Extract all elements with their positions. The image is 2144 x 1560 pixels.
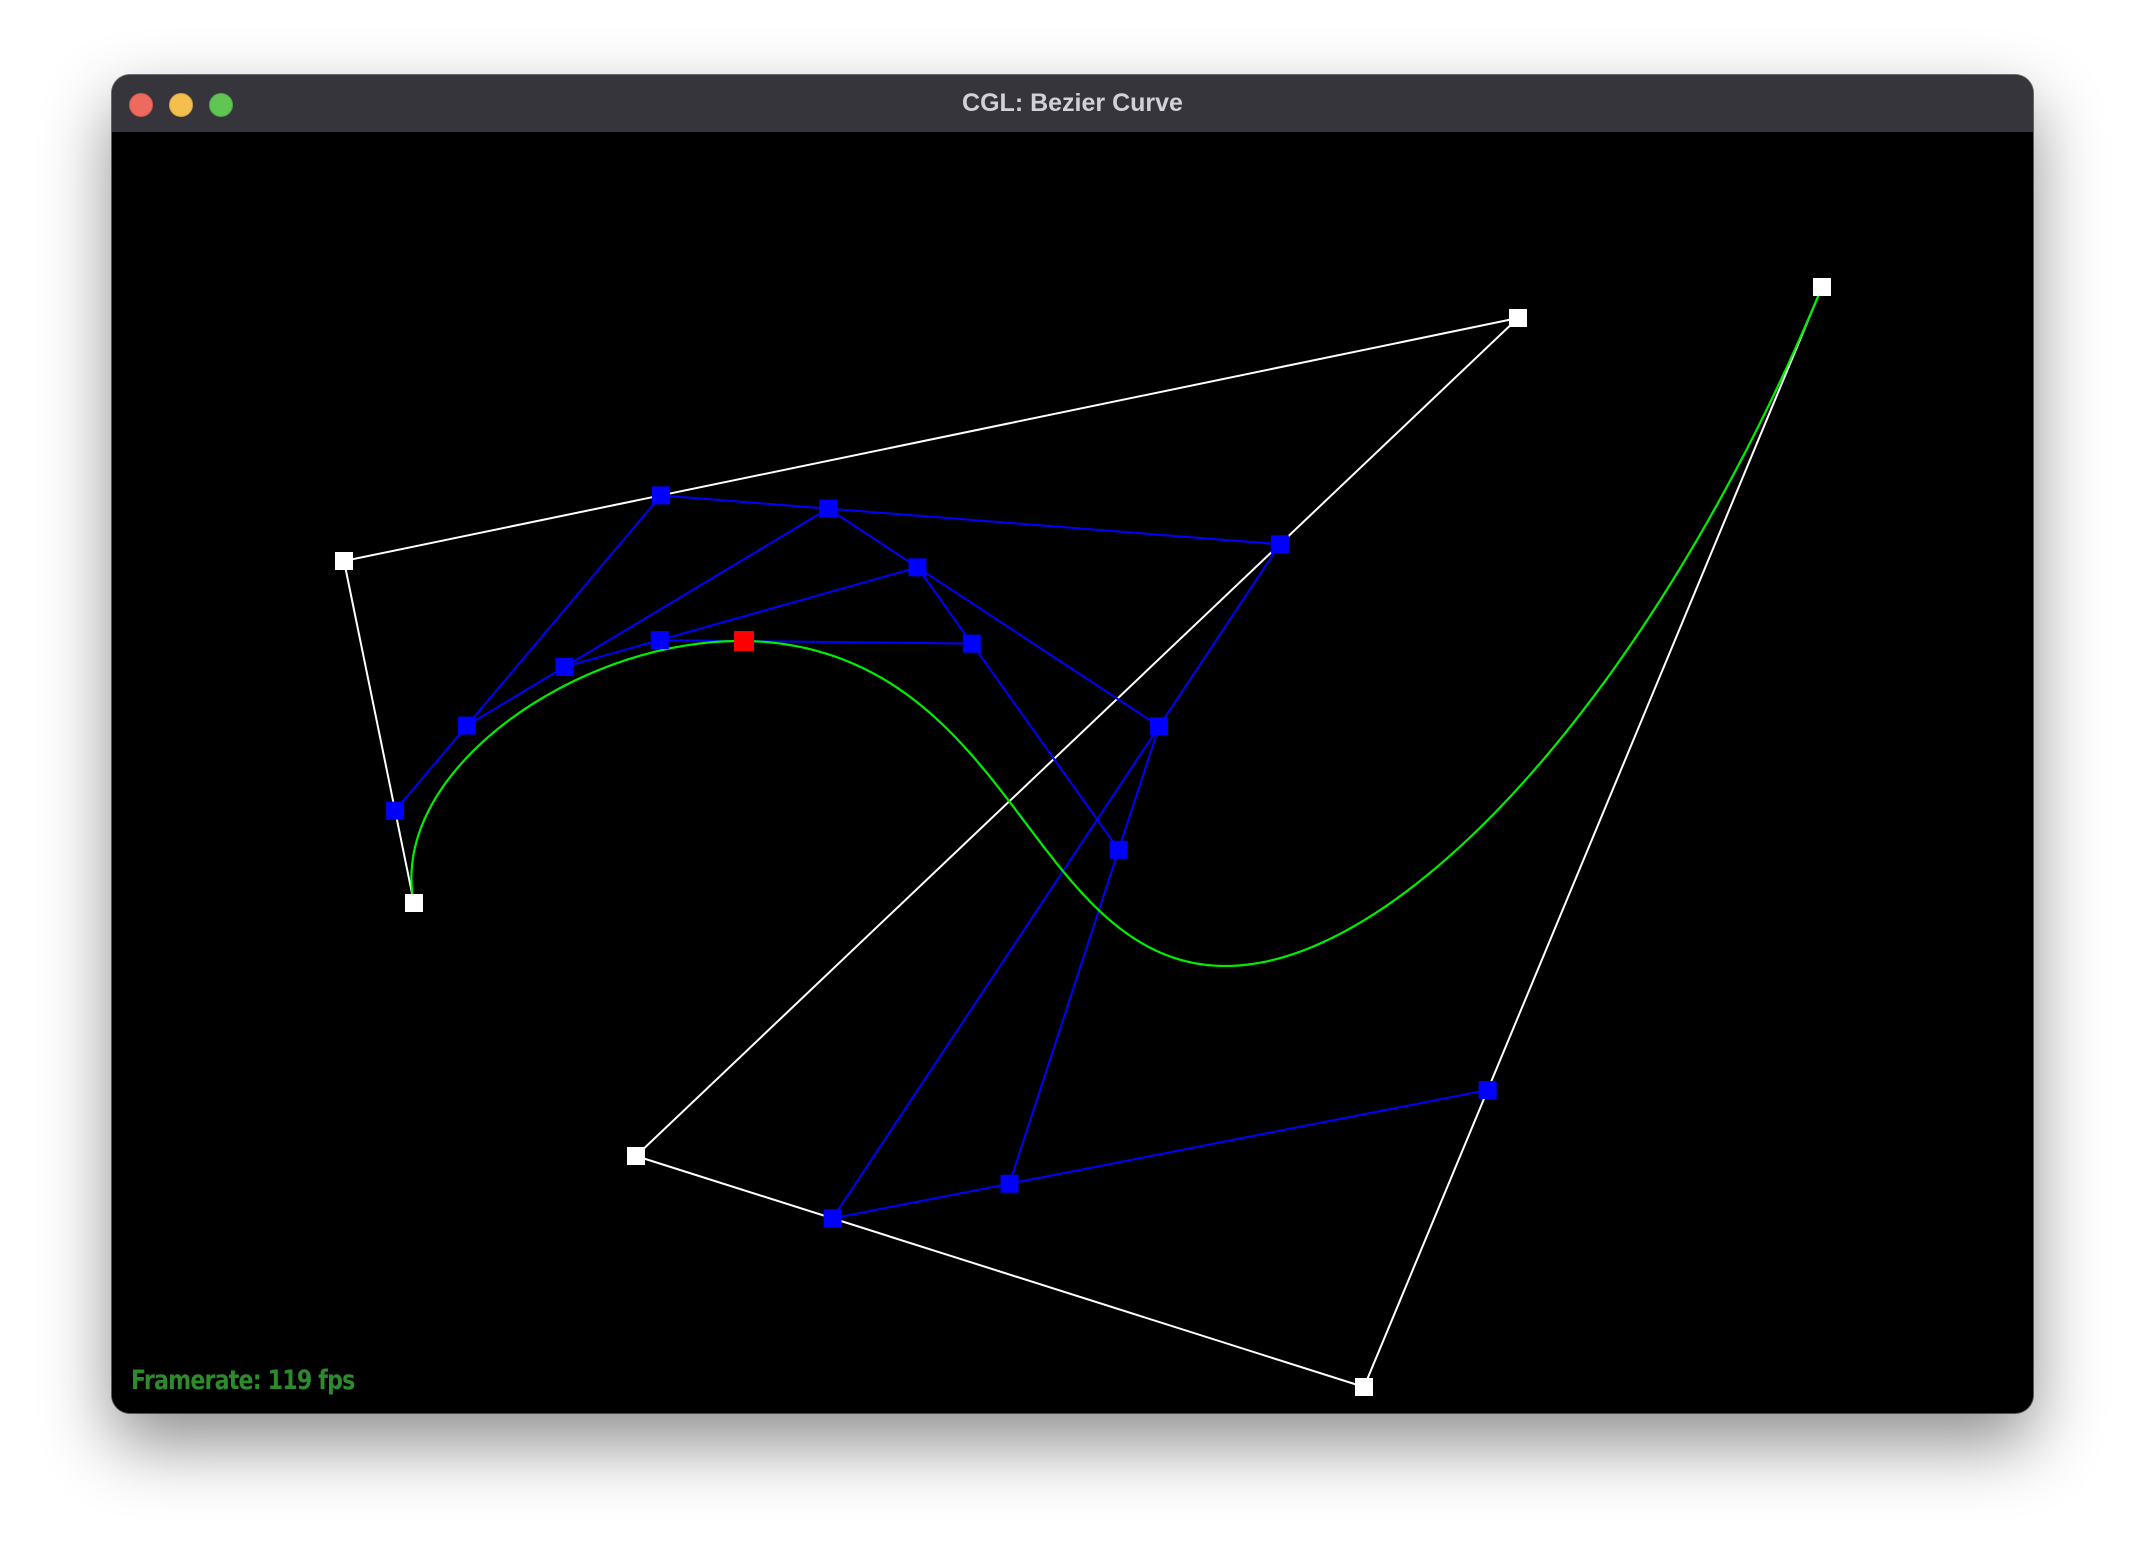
intermediate-point xyxy=(1478,1081,1497,1099)
app-window: CGL: Bezier Curve Framerate: 119 fps xyxy=(112,75,2033,1413)
intermediate-point xyxy=(1000,1174,1019,1193)
intermediate-point xyxy=(457,716,476,735)
control-polygon-edge xyxy=(1363,286,1823,1388)
intermediate-edge xyxy=(831,543,1281,1219)
control-point[interactable] xyxy=(1509,309,1527,327)
bezier-scene[interactable] xyxy=(112,132,2033,1413)
control-polygon-edge xyxy=(343,317,1519,562)
window-title: CGL: Bezier Curve xyxy=(962,89,1183,117)
framerate-label: Framerate: 119 fps xyxy=(131,1365,355,1396)
intermediate-edge xyxy=(1008,725,1161,1185)
intermediate-edge xyxy=(466,507,829,727)
intermediate-edge xyxy=(660,494,1280,546)
intermediate-edge xyxy=(827,507,1160,728)
intermediate-point xyxy=(386,801,405,820)
control-point[interactable] xyxy=(1813,278,1831,296)
intermediate-edge xyxy=(564,566,918,668)
desktop-background: CGL: Bezier Curve Framerate: 119 fps xyxy=(0,0,2144,1560)
bezier-curve xyxy=(410,286,1824,968)
intermediate-point xyxy=(1109,840,1128,859)
title-bar[interactable]: CGL: Bezier Curve xyxy=(112,75,2033,133)
control-point[interactable] xyxy=(335,552,353,570)
intermediate-point xyxy=(1270,535,1289,554)
control-polygon-edge xyxy=(635,1155,1365,1388)
intermediate-point xyxy=(650,631,669,650)
intermediate-point xyxy=(908,558,927,577)
intermediate-edge xyxy=(916,566,1120,851)
intermediate-point xyxy=(555,657,574,676)
control-polygon-edge xyxy=(635,317,1519,1157)
intermediate-point xyxy=(962,634,981,653)
intermediate-point xyxy=(651,486,670,505)
control-point[interactable] xyxy=(405,894,423,912)
evaluated-point xyxy=(733,631,754,652)
control-point[interactable] xyxy=(627,1147,645,1165)
control-point[interactable] xyxy=(1355,1378,1373,1396)
control-polygon-edge xyxy=(343,560,415,904)
intermediate-edge xyxy=(832,1089,1488,1220)
render-viewport[interactable]: Framerate: 119 fps xyxy=(112,132,2033,1413)
intermediate-point xyxy=(1150,717,1169,736)
intermediate-point xyxy=(819,499,838,518)
intermediate-point xyxy=(823,1209,842,1228)
